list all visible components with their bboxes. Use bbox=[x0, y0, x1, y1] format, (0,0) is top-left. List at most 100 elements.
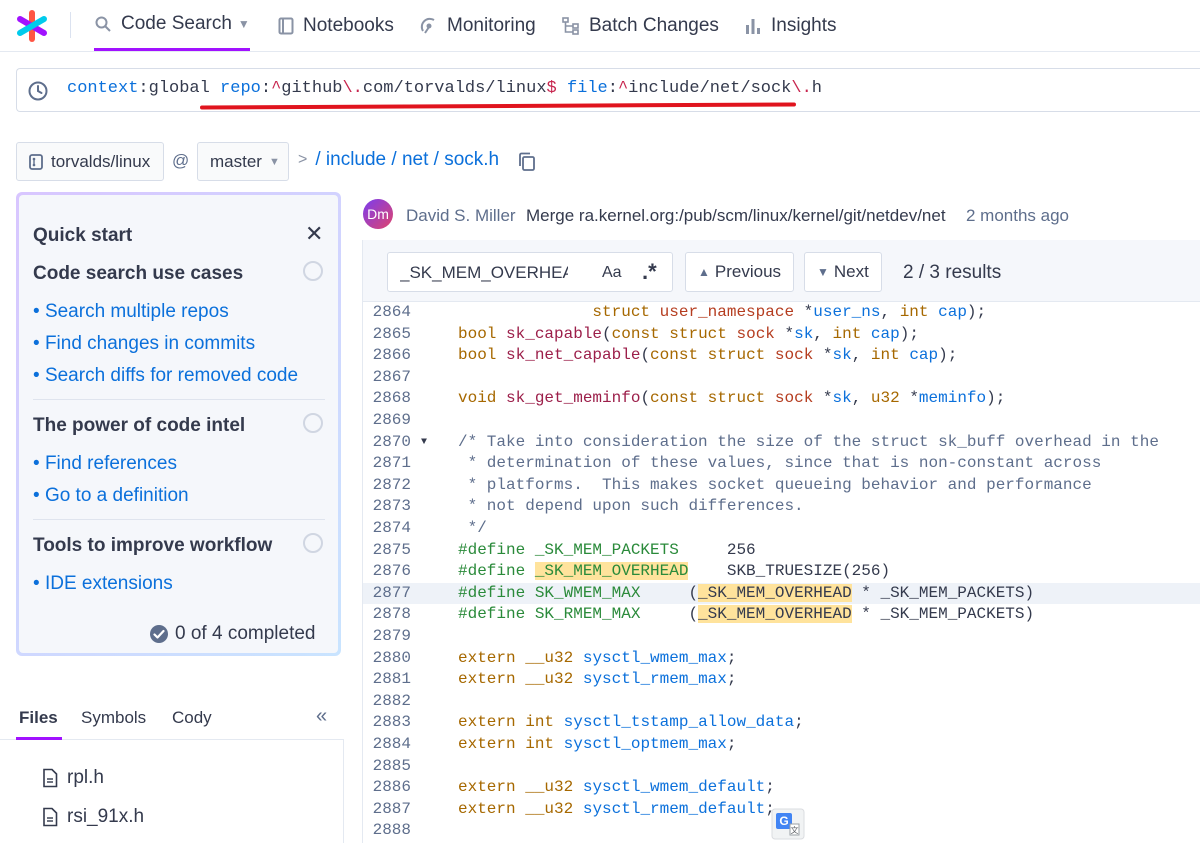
regex-toggle-icon[interactable]: .* bbox=[642, 259, 657, 285]
search-query[interactable]: context:global repo:^github\.com/torvald… bbox=[67, 79, 822, 98]
nav-notebooks[interactable]: Notebooks bbox=[278, 0, 394, 52]
code-line[interactable]: 2871 * determination of these values, si… bbox=[363, 453, 1200, 475]
section-tools-to-improve-workflow[interactable]: Tools to improve workflow bbox=[33, 535, 272, 557]
code-line[interactable]: 2880 extern __u32 sysctl_wmem_max; bbox=[363, 648, 1200, 670]
link-search-multiple-repos[interactable]: • Search multiple repos bbox=[33, 301, 229, 323]
line-number[interactable]: 2867 bbox=[371, 367, 411, 389]
line-number[interactable]: 2871 bbox=[371, 453, 411, 475]
avatar[interactable]: Dm bbox=[363, 199, 393, 229]
section-power-of-code-intel[interactable]: The power of code intel bbox=[33, 415, 245, 437]
code-text: extern __u32 sysctl_rmem_default; bbox=[458, 799, 775, 818]
code-line[interactable]: 2864 struct user_namespace *user_ns, int… bbox=[363, 302, 1200, 324]
line-number[interactable]: 2876 bbox=[371, 561, 411, 583]
find-input[interactable]: _SK_MEM_OVERHEAD Aa .* bbox=[387, 252, 673, 292]
query-token: $ bbox=[546, 79, 557, 98]
collapse-panel-icon[interactable]: « bbox=[316, 705, 327, 728]
code-line[interactable]: 2872 * platforms. This makes socket queu… bbox=[363, 475, 1200, 497]
code-line[interactable]: 2886 extern __u32 sysctl_wmem_default; bbox=[363, 777, 1200, 799]
line-number[interactable]: 2869 bbox=[371, 410, 411, 432]
code-line[interactable]: 2865 bool sk_capable(const struct sock *s… bbox=[363, 324, 1200, 346]
code-line[interactable]: 2868 void sk_get_meminfo(const struct soc… bbox=[363, 388, 1200, 410]
code-line[interactable]: 2884 extern int sysctl_optmem_max; bbox=[363, 734, 1200, 756]
svg-text:G: G bbox=[779, 814, 788, 828]
line-number[interactable]: 2887 bbox=[371, 799, 411, 821]
top-navigation: Code Search ▼ Notebooks Monitoring Batch… bbox=[0, 0, 1200, 52]
next-button[interactable]: ▼ Next bbox=[804, 252, 882, 292]
branch-name: master bbox=[210, 151, 262, 171]
code-line[interactable]: 2866 bool sk_net_capable(const struct soc… bbox=[363, 345, 1200, 367]
commit-author[interactable]: David S. Miller bbox=[406, 206, 516, 226]
query-token: ^ bbox=[617, 79, 629, 98]
case-sensitive-toggle[interactable]: Aa bbox=[602, 264, 622, 282]
section-code-search-use-cases[interactable]: Code search use cases bbox=[33, 263, 243, 285]
line-number[interactable]: 2885 bbox=[371, 756, 411, 778]
nav-code-search[interactable]: Code Search ▼ bbox=[94, 0, 250, 51]
progress-text: 0 of 4 completed bbox=[175, 623, 316, 644]
code-line[interactable]: 2875 #define _SK_MEM_PACKETS 256 bbox=[363, 540, 1200, 562]
line-number[interactable]: 2882 bbox=[371, 691, 411, 713]
line-number[interactable]: 2881 bbox=[371, 669, 411, 691]
section-status-circle-icon bbox=[303, 261, 323, 281]
line-number[interactable]: 2884 bbox=[371, 734, 411, 756]
commit-message[interactable]: Merge ra.kernel.org:/pub/scm/linux/kerne… bbox=[526, 206, 946, 226]
code-line[interactable]: 2877 #define SK_WMEM_MAX (_SK_MEM_OVERHEA… bbox=[363, 582, 1200, 605]
code-line[interactable]: 2883 extern int sysctl_tstamp_allow_data; bbox=[363, 712, 1200, 734]
code-text: #define _SK_MEM_OVERHEAD SKB_TRUESIZE(25… bbox=[458, 562, 891, 581]
file-item[interactable]: rsi_91x.h bbox=[42, 806, 144, 828]
line-number[interactable]: 2875 bbox=[371, 540, 411, 562]
line-number[interactable]: 2865 bbox=[371, 324, 411, 346]
translate-icon[interactable]: G 文 bbox=[771, 808, 805, 840]
nav-batch-changes[interactable]: Batch Changes bbox=[562, 0, 719, 52]
line-number[interactable]: 2880 bbox=[371, 648, 411, 670]
query-token: include/net/sock bbox=[628, 79, 792, 98]
previous-button[interactable]: ▲ Previous bbox=[685, 252, 795, 292]
link-find-changes-in-commits[interactable]: • Find changes in commits bbox=[33, 333, 255, 355]
line-number[interactable]: 2888 bbox=[371, 820, 411, 842]
link-search-diffs-for-removed-code[interactable]: • Search diffs for removed code bbox=[33, 365, 298, 387]
tab-files[interactable]: Files bbox=[19, 708, 58, 728]
fold-chevron-icon[interactable]: ▼ bbox=[421, 432, 427, 454]
line-number[interactable]: 2864 bbox=[371, 302, 411, 324]
code-line[interactable]: 2869 bbox=[363, 410, 1200, 432]
line-number[interactable]: 2866 bbox=[371, 345, 411, 367]
code-line[interactable]: 2876 #define _SK_MEM_OVERHEAD SKB_TRUESIZ… bbox=[363, 561, 1200, 583]
tab-cody[interactable]: Cody bbox=[172, 708, 212, 728]
code-line[interactable]: 2873 * not depend upon such differences. bbox=[363, 496, 1200, 518]
line-number[interactable]: 2868 bbox=[371, 388, 411, 410]
code-line[interactable]: 2879 bbox=[363, 626, 1200, 648]
code-line[interactable]: 2885 bbox=[363, 756, 1200, 778]
at-symbol: @ bbox=[172, 151, 190, 170]
sourcegraph-logo-icon[interactable] bbox=[14, 8, 50, 44]
line-number[interactable]: 2874 bbox=[371, 518, 411, 540]
code-line[interactable]: 2867 bbox=[363, 367, 1200, 389]
link-ide-extensions[interactable]: • IDE extensions bbox=[33, 573, 173, 595]
close-icon[interactable]: ✕ bbox=[305, 223, 323, 245]
find-input-value[interactable]: _SK_MEM_OVERHEAD bbox=[400, 263, 568, 283]
line-number[interactable]: 2886 bbox=[371, 777, 411, 799]
nav-monitoring[interactable]: Monitoring bbox=[420, 0, 536, 52]
file-path[interactable]: > / include / net / sock.h bbox=[298, 149, 499, 171]
line-number[interactable]: 2872 bbox=[371, 475, 411, 497]
line-number[interactable]: 2879 bbox=[371, 626, 411, 648]
link-go-to-a-definition[interactable]: • Go to a definition bbox=[33, 485, 189, 507]
query-token: :global bbox=[138, 79, 221, 98]
line-number[interactable]: 2870 bbox=[371, 432, 411, 454]
file-path-text[interactable]: / include / net / sock.h bbox=[315, 149, 499, 171]
code-line[interactable]: 2881 extern __u32 sysctl_rmem_max; bbox=[363, 669, 1200, 691]
line-number[interactable]: 2878 bbox=[371, 604, 411, 626]
tab-symbols[interactable]: Symbols bbox=[81, 708, 146, 728]
code-line[interactable]: 2874 */ bbox=[363, 518, 1200, 540]
nav-insights[interactable]: Insights bbox=[744, 0, 836, 52]
line-number[interactable]: 2883 bbox=[371, 712, 411, 734]
file-item[interactable]: rpl.h bbox=[42, 767, 104, 789]
code-line[interactable]: 2870 ▼ /* Take into consideration the size… bbox=[363, 432, 1200, 454]
repo-button[interactable]: torvalds/linux bbox=[16, 142, 164, 181]
branch-dropdown[interactable]: master ▼ bbox=[197, 142, 289, 181]
code-line[interactable]: 2882 bbox=[363, 691, 1200, 713]
history-icon[interactable] bbox=[27, 80, 49, 107]
code-line[interactable]: 2878 #define SK_RMEM_MAX (_SK_MEM_OVERHEA… bbox=[363, 604, 1200, 626]
copy-icon[interactable] bbox=[518, 152, 536, 177]
line-number[interactable]: 2873 bbox=[371, 496, 411, 518]
line-number[interactable]: 2877 bbox=[371, 583, 411, 605]
link-find-references[interactable]: • Find references bbox=[33, 453, 177, 475]
